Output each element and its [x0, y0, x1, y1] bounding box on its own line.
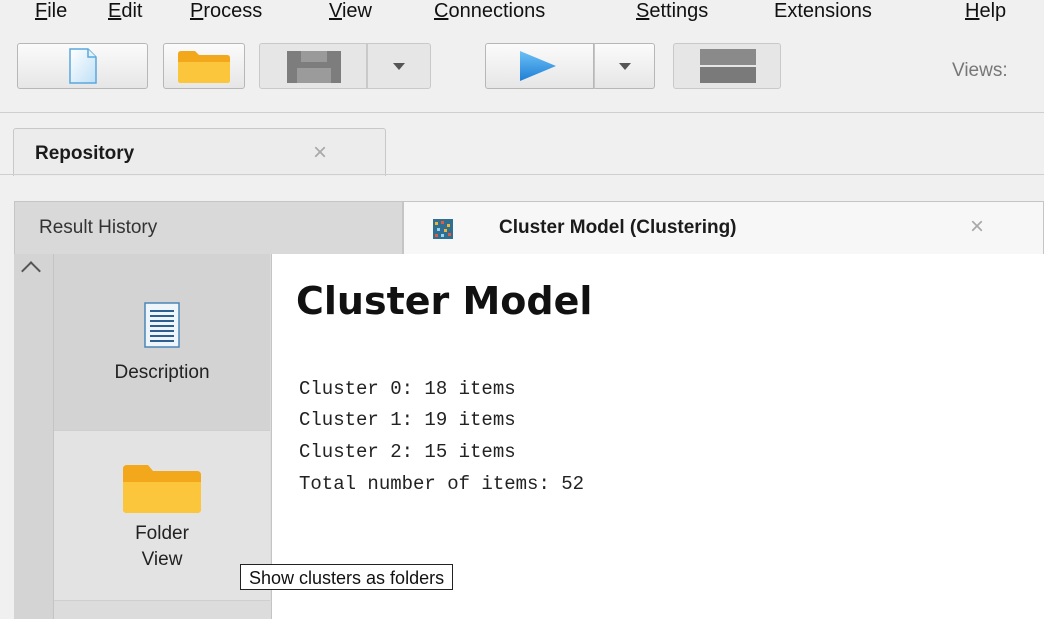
view-description-button[interactable]: Description [54, 254, 270, 430]
new-process-icon [69, 48, 97, 84]
side-scrollbar[interactable] [14, 254, 54, 619]
save-dropdown-button[interactable] [367, 43, 431, 89]
tab-repository-label: Repository [35, 143, 135, 164]
views-label: Views: [952, 60, 1008, 81]
run-dropdown-button[interactable] [594, 43, 655, 89]
cluster-line: Cluster 1: 19 items [299, 409, 516, 431]
close-icon[interactable]: × [313, 139, 327, 167]
tab-cluster-model-label: Cluster Model (Clustering) [499, 217, 737, 238]
save-button[interactable] [259, 43, 367, 89]
page-title: Cluster Model [296, 279, 593, 323]
tab-cluster-model[interactable]: Cluster Model (Clustering) × [403, 201, 1044, 255]
menu-connections[interactable]: Connections [434, 0, 545, 26]
dropdown-caret-icon [393, 63, 405, 70]
menu-help[interactable]: Help [965, 0, 1006, 26]
view-folder-label: Folder View [135, 523, 189, 570]
view-description-label: Description [114, 362, 210, 383]
save-icon [287, 51, 341, 83]
open-button[interactable] [163, 43, 245, 89]
cluster-model-icon [433, 219, 453, 239]
menu-extensions[interactable]: Extensions [774, 0, 872, 26]
run-button[interactable] [485, 43, 594, 89]
menu-settings[interactable]: Settings [636, 0, 708, 26]
dropdown-caret-icon [618, 63, 631, 70]
menu-view[interactable]: View [329, 0, 372, 26]
menu-process[interactable]: Process [190, 0, 262, 26]
tab-result-history-label: Result History [39, 217, 158, 238]
new-process-button[interactable] [17, 43, 148, 89]
repository-panel: Repository × [0, 113, 1044, 176]
menu-bar: File Edit Process View Connections Setti… [0, 0, 1044, 32]
document-icon [144, 302, 180, 348]
close-icon[interactable]: × [970, 213, 984, 241]
divider [0, 174, 1044, 175]
view-folder-button[interactable]: Folder View [54, 430, 270, 601]
chevron-up-icon[interactable] [21, 261, 41, 281]
run-icon [520, 51, 556, 81]
cluster-line: Cluster 0: 18 items [299, 378, 516, 400]
toolbar: Views: [0, 32, 1044, 113]
folder-icon [123, 465, 201, 513]
cluster-line: Cluster 2: 15 items [299, 441, 516, 463]
open-folder-icon [178, 51, 230, 83]
tab-repository[interactable]: Repository × [13, 128, 386, 176]
menu-file[interactable]: File [35, 0, 67, 26]
total-items-line: Total number of items: 52 [299, 473, 585, 495]
tab-result-history[interactable]: Result History [14, 201, 403, 254]
stop-icon [700, 49, 756, 83]
menu-edit[interactable]: Edit [108, 0, 142, 26]
tooltip: Show clusters as folders [240, 564, 454, 590]
stop-button[interactable] [673, 43, 781, 89]
result-tabs: Result History Cluster Model (Clustering… [0, 201, 1044, 255]
